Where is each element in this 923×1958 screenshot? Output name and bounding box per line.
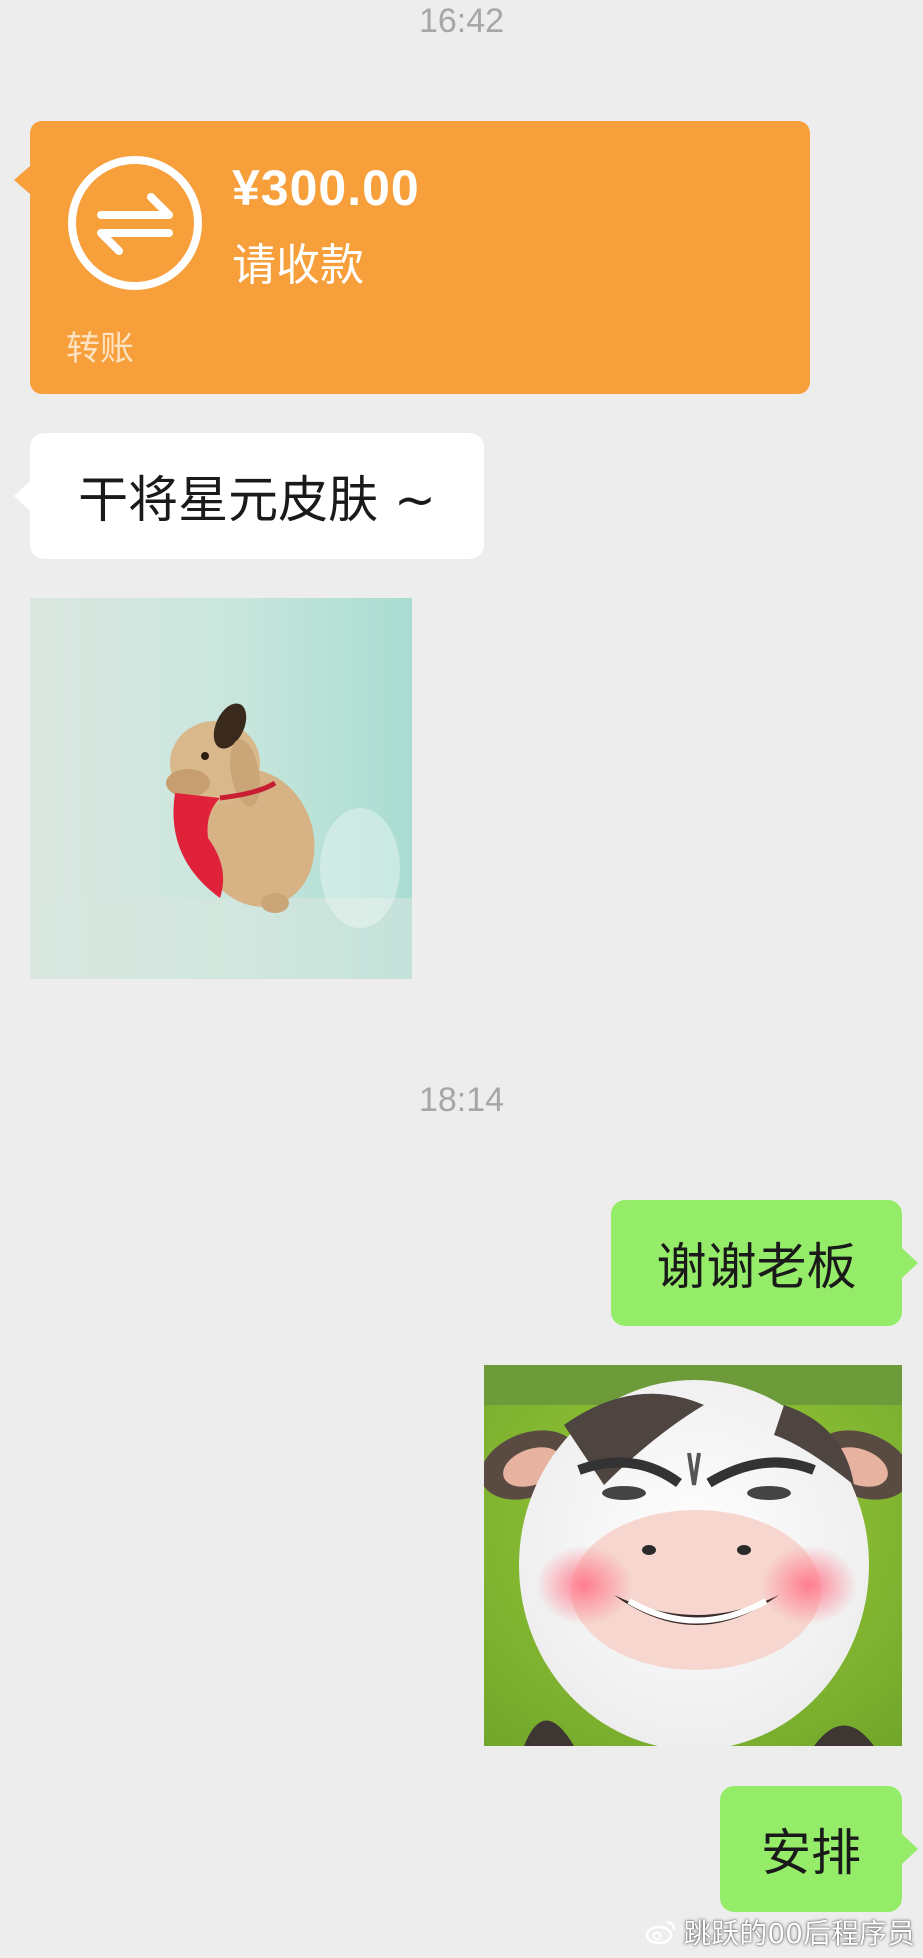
weibo-icon [646,1920,676,1945]
transfer-label: 转账 [66,329,134,369]
watermark: 跳跃的00后程序员 [645,1912,915,1952]
transfer-arrows-icon [68,156,202,290]
message-text: 干将星元皮肤 ~ [78,471,436,529]
cow-sticker-image [484,1365,902,1746]
watermark-text: 跳跃的00后程序员 [683,1917,915,1950]
cow-face-sticker[interactable] [484,1365,902,1746]
dog-sticker[interactable] [30,598,412,979]
timestamp: 16:42 [418,2,505,40]
transfer-amount: ¥300.00 [232,160,420,216]
message-text: 安排 [761,1824,861,1882]
message-text: 谢谢老板 [656,1238,857,1296]
timestamp: 18:14 [418,1081,505,1119]
transfer-card[interactable]: ¥300.00 请收款 转账 [14,121,810,394]
outgoing-message-bubble[interactable]: 谢谢老板 [611,1200,918,1326]
transfer-status: 请收款 [232,240,364,291]
incoming-message-bubble[interactable]: 干将星元皮肤 ~ [14,433,484,559]
outgoing-message-bubble[interactable]: 安排 [720,1786,918,1912]
dog-sticker-image [30,598,412,979]
